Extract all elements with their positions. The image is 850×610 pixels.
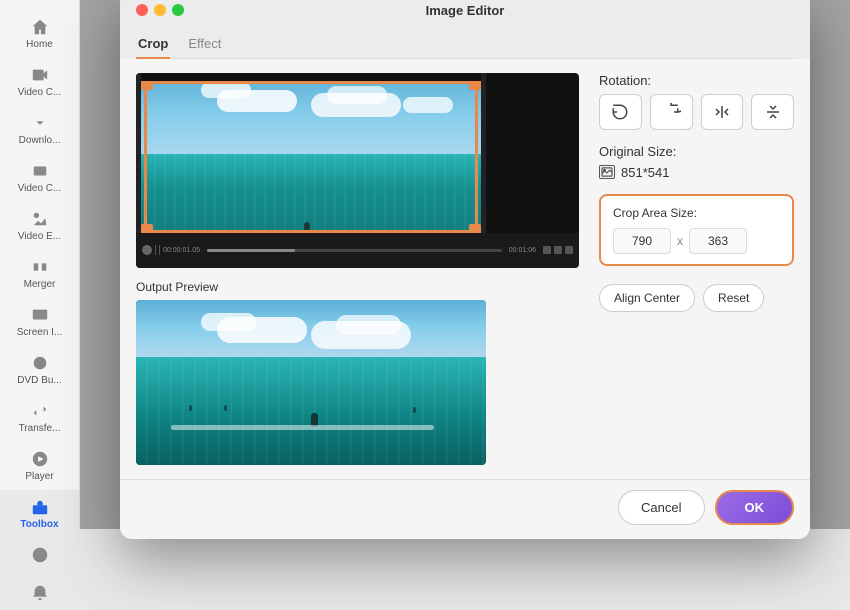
preview-water: [136, 357, 486, 464]
sidebar-label-merger: Merger: [24, 279, 56, 290]
original-size-section: Original Size: 851*541: [599, 144, 794, 180]
sidebar-item-video-convert[interactable]: Video C...: [0, 58, 79, 106]
cancel-button[interactable]: Cancel: [618, 490, 704, 525]
ctrl3[interactable]: [565, 246, 573, 254]
minimize-button[interactable]: [154, 4, 166, 16]
original-size-row: 851*541: [599, 165, 794, 180]
sidebar-label-screen: Screen I...: [17, 327, 63, 338]
cloud-layer: [154, 82, 469, 156]
sidebar-item-video-edit[interactable]: Video E...: [0, 202, 79, 250]
crop-inputs: x: [613, 228, 780, 254]
output-preview-frame: [136, 300, 486, 465]
sidebar-label-home: Home: [26, 39, 53, 50]
divider: [155, 245, 156, 255]
dialog-overlay: Image Editor Crop Effect: [80, 0, 850, 529]
video-timeline: 00:00:01.05 00:01:06: [136, 233, 579, 268]
sidebar: Home Video C... Downlo... Video C... Vid…: [0, 0, 80, 529]
timeline-bar[interactable]: [207, 249, 502, 252]
close-button[interactable]: [136, 4, 148, 16]
sidebar-item-dvd[interactable]: DVD Bu...: [0, 346, 79, 394]
tab-crop[interactable]: Crop: [136, 30, 170, 59]
svg-text:?: ?: [37, 552, 42, 562]
crop-area-label: Crop Area Size:: [613, 206, 780, 220]
timeline-progress: [207, 249, 295, 252]
sidebar-item-home[interactable]: Home: [0, 10, 79, 58]
video-dark-top: [136, 73, 486, 81]
right-controls: [543, 246, 573, 254]
play-button[interactable]: [142, 245, 152, 255]
original-size-value: 851*541: [621, 165, 669, 180]
sidebar-bottom: ?: [27, 538, 53, 610]
dialog-titlebar: Image Editor Crop Effect: [120, 0, 810, 59]
main-area: aits withand t formatt device. Image Edi…: [80, 0, 850, 529]
output-preview-section: Output Preview: [136, 280, 579, 465]
ctrl2[interactable]: [554, 246, 562, 254]
sidebar-item-player[interactable]: Player: [0, 442, 79, 490]
rotation-row: [599, 94, 794, 130]
crop-area-box: Crop Area Size: x: [599, 194, 794, 266]
dialog-footer: Cancel OK: [120, 479, 810, 539]
traffic-lights: [136, 4, 184, 16]
title-row: Image Editor: [136, 3, 794, 18]
sidebar-item-notifications[interactable]: [27, 576, 53, 610]
output-preview-label: Output Preview: [136, 280, 579, 294]
divider2: [159, 245, 160, 255]
align-center-button[interactable]: Align Center: [599, 284, 695, 312]
sidebar-label-toolbox: Toolbox: [20, 519, 58, 530]
action-buttons: Align Center Reset: [599, 284, 794, 312]
rotate-cw-button[interactable]: [650, 94, 693, 130]
tab-bar: Crop Effect: [136, 30, 794, 59]
right-panel: Rotation:: [599, 73, 794, 465]
sidebar-item-download[interactable]: Downlo...: [0, 106, 79, 154]
sidebar-item-merger[interactable]: Merger: [0, 250, 79, 298]
dialog-body: 00:00:01.05 00:01:06: [120, 59, 810, 479]
image-editor-dialog: Image Editor Crop Effect: [120, 0, 810, 539]
ok-button[interactable]: OK: [715, 490, 795, 525]
preview-clouds: [154, 313, 469, 359]
crop-width-input[interactable]: [613, 228, 671, 254]
rotation-section: Rotation:: [599, 73, 794, 130]
flip-vertical-button[interactable]: [751, 94, 794, 130]
rotation-label: Rotation:: [599, 73, 794, 88]
sidebar-label-vcomp: Video C...: [18, 183, 62, 194]
image-size-icon: [599, 165, 615, 179]
sidebar-label-vedit: Video E...: [18, 231, 61, 242]
time-total: 00:01:06: [509, 247, 536, 254]
sidebar-label-vc: Video C...: [18, 87, 62, 98]
video-editor: 00:00:01.05 00:01:06: [136, 73, 579, 268]
original-size-label: Original Size:: [599, 144, 794, 159]
sidebar-item-video-compress[interactable]: Video C...: [0, 154, 79, 202]
sidebar-item-transfer[interactable]: Transfe...: [0, 394, 79, 442]
left-panel: 00:00:01.05 00:01:06: [136, 73, 579, 465]
flip-horizontal-button[interactable]: [701, 94, 744, 130]
sidebar-label-transfer: Transfe...: [19, 423, 61, 434]
sidebar-item-toolbox[interactable]: Toolbox: [0, 490, 79, 538]
sidebar-label-player: Player: [25, 471, 53, 482]
reset-button[interactable]: Reset: [703, 284, 764, 312]
sidebar-item-screen[interactable]: Screen I...: [0, 298, 79, 346]
sidebar-item-help[interactable]: ?: [27, 538, 53, 572]
ctrl1[interactable]: [543, 246, 551, 254]
dialog-title: Image Editor: [426, 3, 505, 18]
x-separator: x: [677, 234, 683, 248]
tab-effect[interactable]: Effect: [186, 30, 223, 59]
rotate-ccw-button[interactable]: [599, 94, 642, 130]
maximize-button[interactable]: [172, 4, 184, 16]
sidebar-label-dl: Downlo...: [19, 135, 61, 146]
sidebar-label-dvd: DVD Bu...: [17, 375, 61, 386]
time-current: 00:00:01.05: [163, 247, 200, 254]
crop-height-input[interactable]: [689, 228, 747, 254]
